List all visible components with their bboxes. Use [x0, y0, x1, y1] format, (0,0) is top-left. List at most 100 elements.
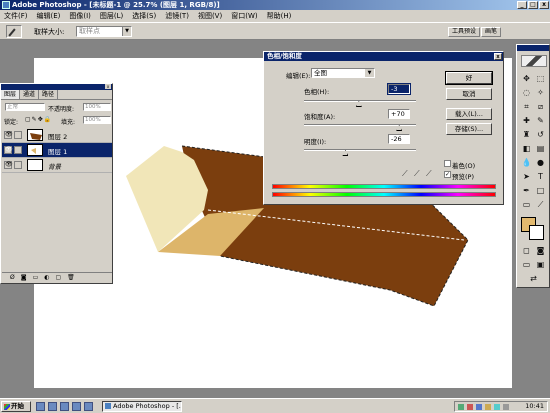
tray-volume-icon[interactable] — [485, 404, 491, 410]
quick-mask-icon[interactable]: ◙ — [534, 245, 547, 257]
tray-network-icon[interactable] — [458, 404, 464, 410]
tab-layers[interactable]: 图层 — [1, 90, 21, 99]
type-tool-icon[interactable]: T — [534, 171, 547, 183]
menu-filter[interactable]: 滤镜(T) — [165, 11, 189, 21]
edit-value: 全图 — [314, 69, 327, 77]
brush-tool-icon[interactable]: ✎ — [534, 115, 547, 127]
dodge-tool-icon[interactable]: ● — [534, 157, 547, 169]
tray-messenger-icon[interactable] — [476, 404, 482, 410]
layer-style-icon[interactable]: Ø — [10, 273, 15, 282]
menu-window[interactable]: 窗口(W) — [231, 11, 257, 21]
hue-slider-track — [304, 100, 416, 102]
ok-button[interactable]: 好 — [445, 71, 493, 85]
eyedropper-plus-icon[interactable]: ⟋ — [414, 169, 424, 179]
menu-file[interactable]: 文件(F) — [4, 11, 28, 21]
colorize-checkbox[interactable]: 着色(O) — [444, 160, 475, 170]
healing-brush-icon[interactable]: ✚ — [520, 115, 533, 127]
start-button[interactable]: 开始 — [1, 401, 31, 412]
full-screen-icon[interactable]: ▣ — [534, 259, 547, 271]
tool-preset-picker[interactable] — [6, 25, 22, 38]
eye-icon[interactable]: 👁 — [4, 161, 13, 169]
magic-wand-tool-icon[interactable]: ✧ — [534, 87, 547, 99]
eyedropper-icon[interactable]: ⟋ — [402, 169, 412, 179]
tab-tool-presets[interactable]: 工具预设 — [448, 27, 481, 37]
colorize-checkbox-box[interactable] — [444, 160, 451, 167]
notes-tool-icon[interactable]: ▭ — [520, 199, 533, 211]
paintbrush-icon[interactable] — [14, 146, 22, 154]
quicklaunch-browser-icon[interactable] — [48, 402, 57, 411]
tray-ime-icon[interactable] — [494, 404, 500, 410]
eye-icon[interactable]: 👁 — [4, 146, 13, 154]
quicklaunch-folder-icon[interactable] — [72, 402, 81, 411]
tray-app-icon[interactable] — [503, 404, 509, 410]
menu-layer[interactable]: 图层(L) — [100, 11, 123, 21]
menu-image[interactable]: 图像(I) — [69, 11, 91, 21]
history-brush-icon[interactable]: ↺ — [534, 129, 547, 141]
minimize-button[interactable]: _ — [517, 1, 527, 9]
maximize-button[interactable]: □ — [528, 1, 538, 9]
tab-brushes[interactable]: 画笔 — [481, 27, 502, 37]
blend-mode-select[interactable]: 正常 — [5, 103, 45, 111]
jump-to-imageready-icon[interactable]: ⇄ — [527, 273, 540, 285]
lasso-tool-icon[interactable]: ◌ — [520, 87, 533, 99]
eyedropper-tool-icon[interactable]: ⟋ — [534, 199, 547, 211]
saturation-input[interactable]: +70 — [388, 109, 410, 119]
new-set-icon[interactable]: ▭ — [33, 273, 39, 282]
tab-channels[interactable]: 通道 — [20, 90, 40, 99]
gradient-tool-icon[interactable]: ▤ — [534, 143, 547, 155]
hue-slider[interactable] — [304, 98, 416, 107]
slice-tool-icon[interactable]: ⧄ — [534, 101, 547, 113]
hue-input[interactable]: -3 — [387, 83, 411, 95]
lightness-slider[interactable] — [304, 147, 416, 156]
sample-size-select[interactable]: 取样点 ▼ — [76, 26, 132, 37]
opacity-input[interactable]: 100% — [83, 103, 111, 111]
menu-edit[interactable]: 编辑(E) — [37, 11, 61, 21]
move-tool-icon[interactable]: ✥ — [520, 73, 533, 85]
new-layer-icon[interactable]: ▢ — [55, 273, 61, 282]
lightness-input[interactable]: -26 — [388, 134, 410, 144]
pen-tool-icon[interactable]: ✒ — [520, 185, 533, 197]
clone-stamp-icon[interactable]: ♜ — [520, 129, 533, 141]
background-color-swatch[interactable] — [529, 225, 544, 240]
quicklaunch-app-icon[interactable] — [84, 402, 93, 411]
link-icon[interactable] — [14, 131, 22, 139]
crop-tool-icon[interactable]: ⌗ — [520, 101, 533, 113]
fill-input[interactable]: 100% — [83, 116, 111, 124]
screen-mode-icon[interactable]: ▭ — [520, 259, 533, 271]
lock-icons[interactable]: ▢✎✥🔒 — [25, 116, 52, 123]
taskbar-photoshop-button[interactable]: Adobe Photoshop - [... — [102, 401, 182, 412]
layer-row[interactable]: 👁 图层 2 — [2, 128, 112, 143]
menu-select[interactable]: 选择(S) — [132, 11, 156, 21]
load-button[interactable]: 载入(L)... — [446, 108, 492, 120]
menu-help[interactable]: 帮助(H) — [267, 11, 292, 21]
marquee-tool-icon[interactable]: ⬚ — [534, 73, 547, 85]
layer-row[interactable]: 👁 背景 — [2, 158, 112, 173]
tray-antivirus-icon[interactable] — [467, 404, 473, 410]
edit-select[interactable]: 全图 ▼ — [311, 68, 375, 78]
close-button[interactable]: x — [539, 1, 549, 9]
saturation-slider[interactable] — [304, 122, 416, 131]
quicklaunch-media-icon[interactable] — [60, 402, 69, 411]
shape-tool-icon[interactable]: □ — [534, 185, 547, 197]
save-button[interactable]: 存储(S)... — [446, 123, 492, 135]
layer-thumbnail — [27, 159, 43, 171]
close-icon[interactable]: x — [494, 53, 502, 60]
menu-view[interactable]: 视图(V) — [198, 11, 222, 21]
mask-icon[interactable]: ◙ — [21, 273, 27, 282]
close-icon[interactable]: x — [105, 84, 111, 89]
quicklaunch-desktop-icon[interactable] — [36, 402, 45, 411]
eraser-tool-icon[interactable]: ◧ — [520, 143, 533, 155]
blur-tool-icon[interactable]: 💧 — [520, 157, 533, 169]
cancel-button[interactable]: 取消 — [446, 88, 492, 100]
tab-paths[interactable]: 路径 — [39, 90, 59, 99]
preview-checkbox[interactable]: ✓ 预览(P) — [444, 171, 474, 181]
eye-icon[interactable]: 👁 — [4, 131, 13, 139]
adjustment-layer-icon[interactable]: ◐ — [44, 273, 49, 282]
trash-icon[interactable]: 🗑 — [67, 273, 75, 282]
link-icon[interactable] — [14, 161, 22, 169]
layer-row[interactable]: 👁 图层 1 — [2, 143, 112, 158]
path-select-icon[interactable]: ➤ — [520, 171, 533, 183]
eyedropper-minus-icon[interactable]: ⟋ — [426, 169, 436, 179]
standard-mode-icon[interactable]: ◻ — [520, 245, 533, 257]
preview-checkbox-box[interactable]: ✓ — [444, 171, 451, 178]
